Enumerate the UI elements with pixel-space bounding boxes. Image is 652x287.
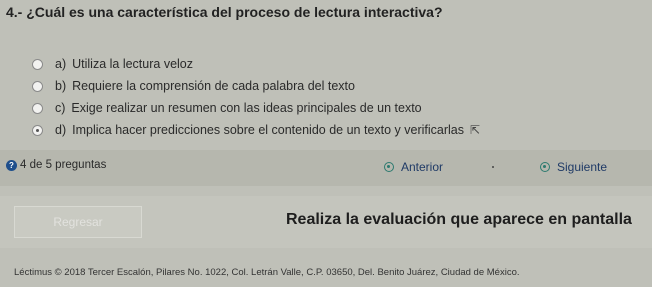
previous-label: Anterior [401,160,444,174]
radio-nav-icon [384,162,394,172]
previous-button[interactable]: Anterior [384,157,443,177]
radio-nav-icon [540,162,550,172]
option-text: Exige realizar un resumen con las ideas … [71,101,422,115]
question-icon: ? [6,159,17,171]
instruction-text: Realiza la evaluación que aparece en pan… [286,211,632,228]
option-a[interactable]: a) Utiliza la lectura veloz [32,54,193,74]
progress-row: ? 4 de 5 preguntas Anterior Siguiente [0,150,652,186]
option-c[interactable]: c) Exige realizar un resumen con las ide… [32,98,422,118]
footer-copyright: Léctimus © 2018 Tercer Escalón, Pilares … [14,267,520,278]
separator-dot [492,166,494,168]
option-text: Implica hacer predicciones sobre el cont… [72,123,464,137]
next-button[interactable]: Siguiente [536,157,619,177]
mouse-cursor-icon: ⇱ [470,123,481,137]
radio-icon[interactable] [32,58,43,70]
bottom-band: Regresar Realiza la evaluación que apare… [0,196,652,248]
question-counter: ? 4 de 5 preguntas [6,159,106,171]
question-count-label: 4 de 5 preguntas [20,159,107,171]
radio-selected-icon[interactable] [32,124,43,136]
radio-icon[interactable] [32,102,43,114]
option-d[interactable]: d) Implica hacer predicciones sobre el c… [32,120,480,140]
radio-icon[interactable] [32,80,43,92]
option-letter: a) [55,57,67,71]
option-text: Utiliza la lectura veloz [72,57,194,71]
back-button[interactable]: Regresar [14,206,142,238]
option-letter: c) [55,101,66,115]
question-title: 4.- ¿Cuál es una característica del proc… [6,4,443,20]
option-b[interactable]: b) Requiere la comprensión de cada palab… [32,76,355,96]
option-letter: b) [55,79,67,93]
next-label: Siguiente [557,160,608,174]
option-letter: d) [55,123,67,137]
option-text: Requiere la comprensión de cada palabra … [72,79,355,93]
